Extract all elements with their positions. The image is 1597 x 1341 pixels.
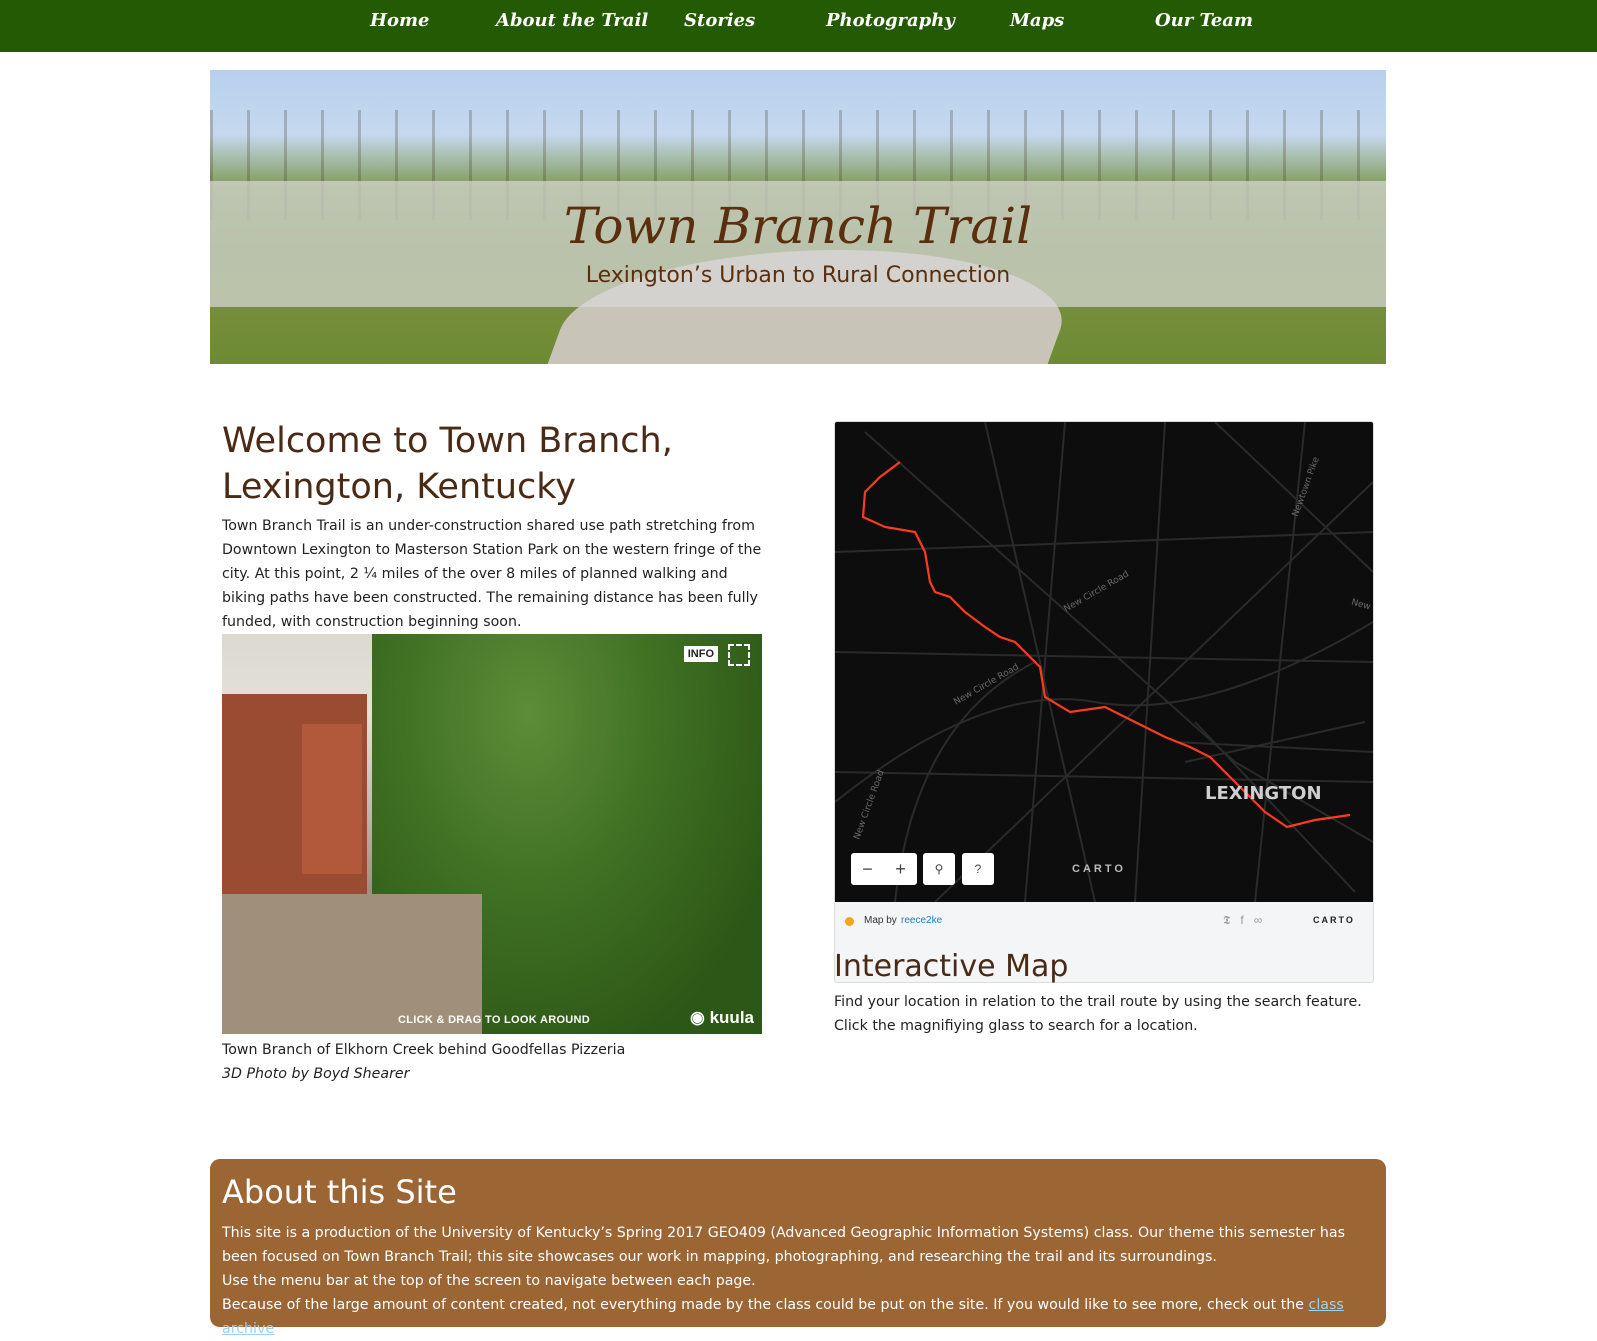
map-by-label: Map by: [864, 915, 897, 926]
map-author-link[interactable]: reece2ke: [901, 915, 942, 926]
fullscreen-icon[interactable]: [728, 644, 750, 666]
info-button[interactable]: INFO: [683, 646, 718, 662]
link-icon[interactable]: ∞: [1254, 913, 1273, 927]
pano-patio: [222, 894, 482, 1034]
photo-credit: 3D Photo by Boyd Shearer: [222, 1066, 410, 1082]
interactive-map-heading: Interactive Map: [834, 949, 1069, 984]
about-p3-suffix: .: [274, 1321, 279, 1337]
about-section: About this Site This site is a productio…: [210, 1159, 1386, 1337]
photo-caption: Town Branch of Elkhorn Creek behind Good…: [222, 1042, 626, 1058]
share-icons: 𝕿f∞: [1223, 913, 1272, 928]
about-heading: About this Site: [222, 1173, 457, 1211]
pano-building-2: [302, 724, 362, 874]
nav-our-team[interactable]: Our Team: [1155, 10, 1253, 31]
magnifier-icon[interactable]: ⚲: [923, 853, 955, 885]
trail-route: [861, 461, 1351, 829]
kuula-logo-icon[interactable]: ◉ kuula: [690, 1008, 754, 1028]
welcome-text: Town Branch Trail is an under-constructi…: [222, 518, 762, 630]
about-paragraph-1: This site is a production of the Univers…: [222, 1225, 1345, 1265]
zoom-in-button[interactable]: +: [884, 853, 917, 885]
about-paragraph-2: Use the menu bar at the top of the scree…: [222, 1273, 756, 1289]
zoom-controls: − +: [851, 853, 917, 885]
about-p3-text: Because of the large amount of content c…: [222, 1297, 1309, 1313]
interactive-map-text: Find your location in relation to the tr…: [834, 994, 1362, 1034]
nav-stories[interactable]: Stories: [684, 10, 755, 31]
help-button[interactable]: ?: [962, 853, 994, 885]
site-title: Town Branch Trail: [563, 197, 1033, 255]
site-subtitle: Lexington’s Urban to Rural Connection: [585, 263, 1011, 288]
facebook-icon[interactable]: f: [1240, 913, 1253, 927]
carto-watermark: CARTO: [1072, 863, 1126, 875]
map-canvas[interactable]: New Circle Road New Circle Road New Circ…: [835, 422, 1373, 902]
carto-logo[interactable]: CARTO: [1313, 915, 1355, 925]
welcome-heading: Welcome to Town Branch, Lexington, Kentu…: [222, 421, 673, 507]
nav-home[interactable]: Home: [370, 10, 430, 31]
author-avatar: [845, 917, 854, 926]
top-nav: Home About the Trail Stories Photography…: [0, 0, 1597, 52]
kuula-brand: kuula: [709, 1008, 754, 1027]
panorama-viewer[interactable]: INFO CLICK & DRAG TO LOOK AROUND ◉ kuula: [222, 634, 762, 1034]
twitter-icon[interactable]: 𝕿: [1223, 913, 1240, 927]
city-label: LEXINGTON: [1205, 783, 1322, 804]
nav-about-trail[interactable]: About the Trail: [496, 10, 648, 31]
drag-hint: CLICK & DRAG TO LOOK AROUND: [398, 1014, 591, 1026]
banner-overlay: Town Branch Trail Lexington’s Urban to R…: [210, 181, 1386, 307]
zoom-out-button[interactable]: −: [851, 853, 884, 885]
hero-banner: Town Branch Trail Lexington’s Urban to R…: [210, 70, 1386, 364]
interactive-map[interactable]: New Circle Road New Circle Road New Circ…: [834, 421, 1374, 983]
map-streets: [835, 422, 1373, 902]
map-svg: [835, 422, 1373, 902]
nav-maps[interactable]: Maps: [1010, 10, 1064, 31]
map-footer: Map by reece2ke 𝕿f∞ CARTO: [835, 902, 1373, 942]
nav-photography[interactable]: Photography: [826, 10, 955, 31]
